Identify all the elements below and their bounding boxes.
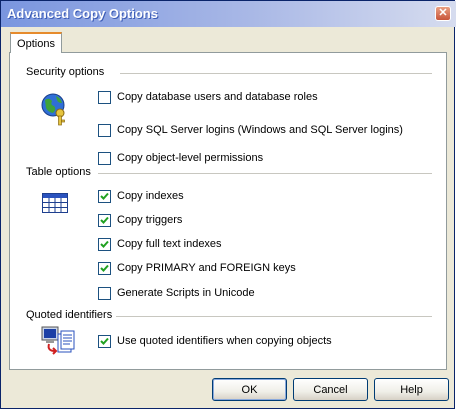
copy-full-text-indexes-checkbox[interactable]: Copy full text indexes [98,236,222,252]
checkbox-label: Copy database users and database roles [117,91,318,103]
check-mark-icon [100,337,109,345]
generate-scripts-unicode-checkbox[interactable]: Generate Scripts in Unicode [98,285,255,301]
checkbox-box[interactable] [98,286,111,300]
copy-users-roles-checkbox[interactable]: Copy database users and database roles [98,89,318,105]
checkbox-box[interactable] [98,151,111,165]
checkbox-box[interactable] [98,237,111,251]
checkbox-label: Copy PRIMARY and FOREIGN keys [117,262,296,274]
security-divider [120,73,432,74]
close-button[interactable]: ✕ [435,6,451,21]
checkbox-box[interactable] [98,261,111,275]
window-title: Advanced Copy Options [7,6,158,21]
checkbox-box[interactable] [98,213,111,227]
cancel-button[interactable]: Cancel [293,378,368,401]
close-icon: ✕ [438,7,448,19]
checkbox-box[interactable] [98,189,111,203]
copy-object-permissions-checkbox[interactable]: Copy object-level permissions [98,150,263,166]
security-globe-key-icon [41,93,65,126]
checkbox-label: Copy full text indexes [117,238,222,250]
checkbox-box[interactable] [98,334,111,348]
quoted-divider [116,316,432,317]
tab-options[interactable]: Options [10,32,62,53]
help-button[interactable]: Help [374,378,449,401]
table-icon [42,193,68,213]
check-mark-icon [100,264,109,272]
ok-button[interactable]: OK [212,378,287,401]
checkbox-label: Copy SQL Server logins (Windows and SQL … [117,124,403,136]
copy-sql-logins-checkbox[interactable]: Copy SQL Server logins (Windows and SQL … [98,122,403,138]
quoted-identifiers-label: Quoted identifiers [26,309,113,321]
checkbox-label: Use quoted identifiers when copying obje… [117,335,332,347]
checkbox-box[interactable] [98,123,111,137]
dialog-window: Advanced Copy Options ✕ Options Security… [0,0,456,409]
copy-triggers-checkbox[interactable]: Copy triggers [98,212,182,228]
copy-primary-foreign-keys-checkbox[interactable]: Copy PRIMARY and FOREIGN keys [98,260,296,276]
title-bar[interactable]: Advanced Copy Options ✕ [1,1,456,27]
checkbox-label: Generate Scripts in Unicode [117,287,255,299]
check-mark-icon [100,192,109,200]
copy-indexes-checkbox[interactable]: Copy indexes [98,188,184,204]
checkbox-label: Copy indexes [117,190,184,202]
checkbox-label: Copy object-level permissions [117,152,264,164]
check-mark-icon [100,240,109,248]
options-panel: Security options Copy database users and… [9,52,447,370]
security-options-label: Security options [26,66,105,78]
check-mark-icon [100,216,109,224]
table-divider [98,173,432,174]
use-quoted-identifiers-checkbox[interactable]: Use quoted identifiers when copying obje… [98,333,332,349]
checkbox-box[interactable] [98,90,111,104]
tab-label: Options [17,37,55,50]
checkbox-label: Copy triggers [117,214,183,226]
quoted-identifiers-icon [41,326,75,355]
table-options-label: Table options [26,166,91,178]
